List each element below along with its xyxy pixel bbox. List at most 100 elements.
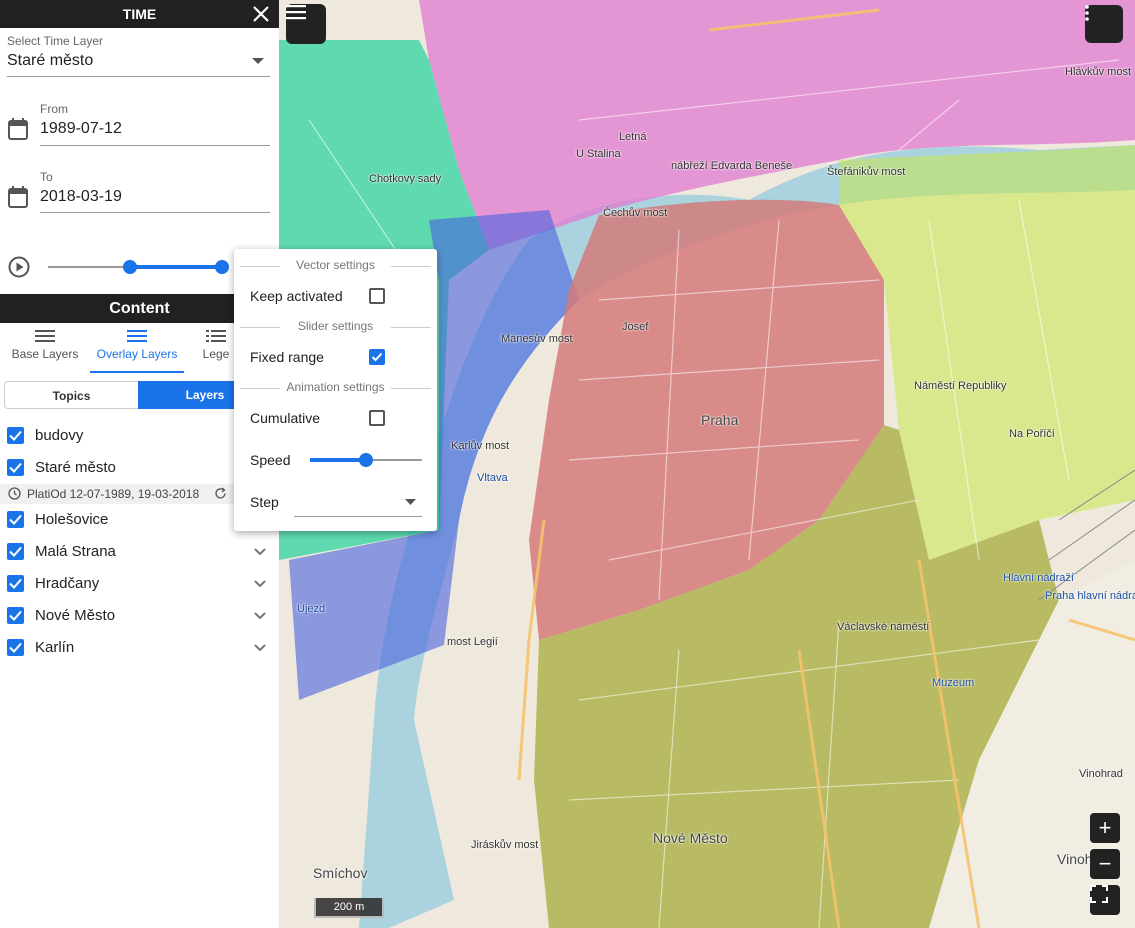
check-icon	[371, 352, 383, 362]
from-underline	[40, 145, 270, 146]
chevron-down-icon[interactable]	[253, 641, 267, 655]
map-label: Smíchov	[313, 865, 368, 881]
cumulative-checkbox[interactable]	[369, 410, 385, 426]
layer-select-underline	[7, 76, 270, 77]
tab-overlay-layers[interactable]: Overlay Layers	[90, 323, 184, 373]
layer-select-label: Select Time Layer	[7, 34, 104, 48]
map-label: Vinohrad	[1079, 768, 1123, 780]
to-underline	[40, 212, 270, 213]
play-icon[interactable]	[8, 256, 30, 278]
map-label: Čechův most	[603, 207, 668, 219]
tab-label: Base Layers	[11, 347, 79, 361]
cumulative-label: Cumulative	[250, 410, 321, 426]
step-select[interactable]	[294, 487, 422, 517]
layer-label: Malá Strana	[35, 543, 116, 560]
layer-label: Holešovice	[35, 511, 109, 528]
menu-button[interactable]	[286, 4, 326, 44]
map-label: Praha	[701, 412, 739, 428]
step-label: Step	[250, 494, 279, 510]
map-label: Jiráskův most	[471, 839, 539, 851]
fullscreen-icon	[1090, 885, 1108, 903]
map-label: Štefánikův most	[827, 166, 906, 178]
layer-row[interactable]: Malá Strana	[0, 536, 279, 568]
time-panel-title: TIME	[122, 6, 157, 22]
slider-start-handle[interactable]	[122, 260, 137, 274]
refresh-icon[interactable]	[214, 487, 227, 500]
speed-handle[interactable]	[359, 453, 373, 467]
calendar-icon[interactable]	[8, 118, 28, 140]
layer-label: Hradčany	[35, 575, 100, 592]
dropdown-arrow-icon	[405, 499, 416, 505]
layer-select-value[interactable]: Staré město	[7, 52, 93, 70]
tab-label: Lege	[202, 347, 230, 361]
layer-row[interactable]: Hradčany	[0, 568, 279, 600]
check-icon	[9, 430, 22, 441]
check-icon	[9, 546, 22, 557]
keep-activated-checkbox[interactable]	[369, 288, 385, 304]
topics-segment[interactable]: Topics	[4, 381, 138, 409]
layer-checkbox[interactable]	[7, 459, 24, 476]
check-icon	[9, 578, 22, 589]
calendar-icon[interactable]	[8, 186, 28, 208]
tab-legend[interactable]: Lege	[196, 323, 236, 371]
layer-checkbox[interactable]	[7, 427, 24, 444]
chevron-down-icon[interactable]	[253, 609, 267, 623]
map-label: Na Poříčí	[1009, 428, 1055, 440]
layer-row[interactable]: Nové Město	[0, 600, 279, 632]
speed-label: Speed	[250, 452, 291, 468]
map-label: Praha hlavní nádraží	[1045, 590, 1135, 602]
to-date-input[interactable]: 2018-03-19	[40, 188, 122, 206]
map-label: Nové Město	[653, 830, 728, 846]
slider-end-handle[interactable]	[215, 260, 229, 274]
check-icon	[9, 642, 22, 653]
layer-checkbox[interactable]	[7, 511, 24, 528]
layers-icon	[35, 330, 55, 342]
layer-checkbox[interactable]	[7, 575, 24, 592]
fullscreen-button[interactable]	[1090, 885, 1120, 915]
map-label: Hlávkův most	[1065, 66, 1132, 78]
check-icon	[9, 610, 22, 621]
time-panel-header: TIME	[0, 0, 279, 28]
chevron-down-icon[interactable]	[253, 545, 267, 559]
speed-slider[interactable]	[310, 451, 422, 469]
dropdown-arrow-icon[interactable]	[252, 58, 264, 65]
layer-label: Nové Město	[35, 607, 116, 624]
map-label: Mánesův most	[501, 333, 573, 345]
map-label: U Stalina	[576, 148, 621, 160]
more-options-button[interactable]	[1085, 5, 1123, 43]
map-label: Karlův most	[451, 440, 510, 452]
zoom-out-button[interactable]: −	[1090, 849, 1120, 879]
hamburger-icon	[286, 5, 306, 20]
slider-range-fill	[129, 265, 222, 269]
vector-settings-heading: Vector settings	[240, 258, 431, 272]
check-icon	[9, 462, 22, 473]
chevron-down-icon[interactable]	[253, 577, 267, 591]
time-range-slider[interactable]	[48, 258, 229, 276]
legend-icon	[206, 330, 226, 342]
step-underline	[294, 516, 422, 517]
clock-icon	[8, 487, 21, 500]
layer-label: Karlín	[35, 639, 75, 656]
layer-label: budovy	[35, 427, 84, 444]
close-icon[interactable]	[251, 4, 271, 24]
from-date-input[interactable]: 1989-07-12	[40, 120, 122, 138]
tab-label: Overlay Layers	[96, 347, 178, 361]
map-label: nábřeží Edvarda Beneše	[671, 160, 793, 172]
layer-checkbox[interactable]	[7, 607, 24, 624]
layer-checkbox[interactable]	[7, 639, 24, 656]
layer-row[interactable]: Karlín	[0, 632, 279, 664]
tab-base-layers[interactable]: Base Layers	[0, 323, 90, 371]
map-label: most Legií	[447, 636, 498, 648]
map-label: Josef	[622, 321, 649, 333]
scale-bar: 200 m	[314, 898, 384, 918]
map-label: Letná	[619, 131, 647, 143]
layer-checkbox[interactable]	[7, 543, 24, 560]
zoom-in-button[interactable]: +	[1090, 813, 1120, 843]
kebab-icon	[1085, 5, 1089, 21]
fixed-range-checkbox[interactable]	[369, 349, 385, 365]
map-label: Náměstí Republiky	[914, 380, 1007, 392]
map-label: Hlavní nádraží	[1003, 572, 1074, 584]
map-label: Muzeum	[932, 677, 975, 689]
to-label: To	[40, 170, 53, 184]
overlay-layers-icon	[127, 330, 147, 342]
